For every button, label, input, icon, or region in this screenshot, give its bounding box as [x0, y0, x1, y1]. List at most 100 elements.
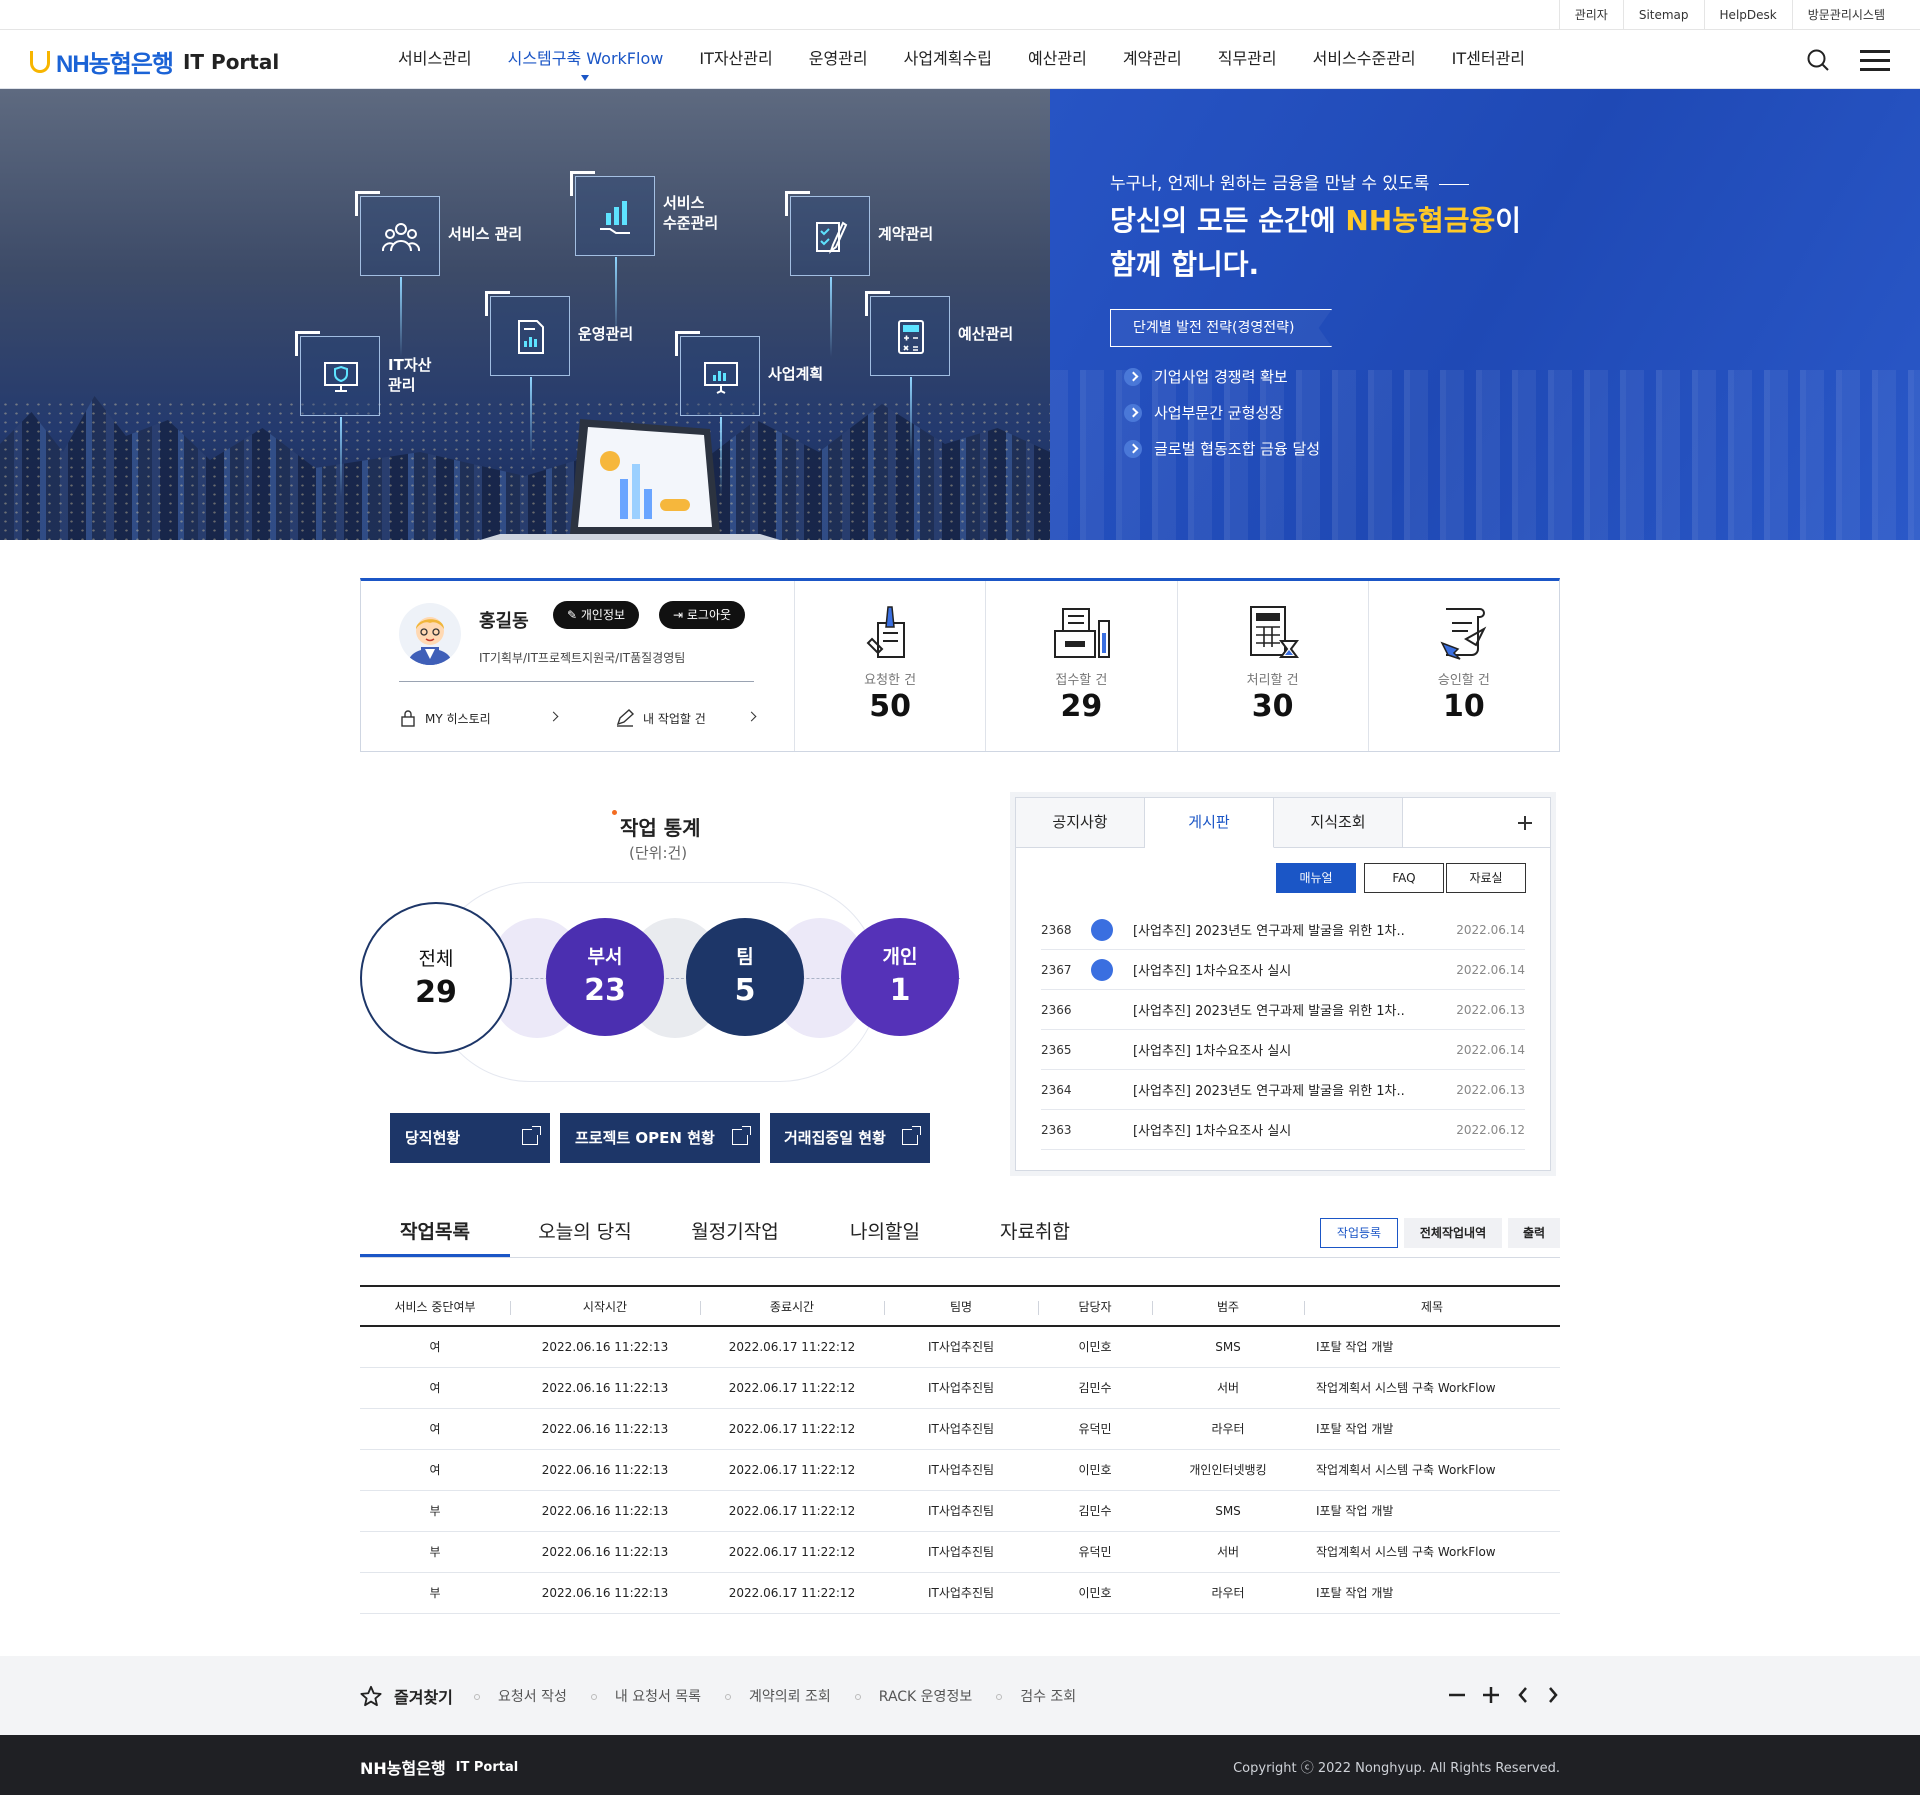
main-menu: 서비스관리 시스템구축 WorkFlow IT자산관리 운영관리 사업계획수립 … — [380, 30, 1543, 89]
my-history-link[interactable]: MY 히스토리 — [399, 709, 559, 727]
print-button[interactable]: 출력 — [1508, 1218, 1560, 1248]
tab-today-duty[interactable]: 오늘의 당직 — [510, 1210, 660, 1257]
table-cell: IT사업추진팀 — [884, 1490, 1038, 1532]
work-stats-title: 작업 통계 — [612, 810, 701, 841]
column-header[interactable]: 범주 — [1152, 1286, 1304, 1327]
tile-budget-label: 예산관리 — [958, 325, 1014, 343]
table-cell: 서버 — [1152, 1367, 1304, 1409]
menu-icon[interactable] — [1860, 50, 1890, 71]
stat-circle-team[interactable]: 팀 5 — [686, 918, 804, 1036]
list-item[interactable]: 2364 [사업추진] 2023년도 연구과제 발굴을 위한 1차.. 2022… — [1041, 1070, 1525, 1110]
table-row[interactable]: 부 2022.06.16 11:22:13 2022.06.17 11:22:12 I… — [360, 1531, 1560, 1573]
all-work-history-button[interactable]: 전체작업내역 — [1404, 1218, 1502, 1248]
peak-day-button[interactable]: 거래집중일 현황 — [770, 1113, 930, 1163]
duty-status-button[interactable]: 당직현황 — [390, 1113, 550, 1163]
nav-item-ops[interactable]: 운영관리 — [791, 30, 886, 89]
table-cell: I포탈 작업 개발 — [1304, 1326, 1560, 1368]
column-header[interactable]: 팀명 — [884, 1286, 1038, 1327]
site-logo[interactable]: NH농협은행 IT Portal — [30, 44, 279, 79]
strategy-item: 사업부문간 균형성장 — [1124, 395, 1320, 431]
nav-item-budget[interactable]: 예산관리 — [1010, 30, 1105, 89]
table-row[interactable]: 부 2022.06.16 11:22:13 2022.06.17 11:22:12 I… — [360, 1572, 1560, 1614]
nav-item-plan[interactable]: 사업계획수립 — [886, 30, 1010, 89]
plus-icon[interactable] — [1482, 1684, 1500, 1706]
table-cell: 유덕민 — [1038, 1408, 1152, 1450]
nav-item-service[interactable]: 서비스관리 — [380, 30, 490, 89]
table-cell: 서버 — [1152, 1531, 1304, 1573]
stat-requested[interactable]: 요청한 건 50 — [795, 581, 987, 751]
util-link-admin[interactable]: 관리자 — [1558, 0, 1623, 30]
nav-item-workflow[interactable]: 시스템구축 WorkFlow — [490, 30, 682, 89]
table-header-row: 서비스 중단여부 시작시간 종료시간 팀명 담당자 범주 제목 — [360, 1286, 1560, 1327]
tab-monthly-work[interactable]: 월정기작업 — [660, 1210, 810, 1257]
minus-icon[interactable] — [1448, 1684, 1466, 1706]
column-header[interactable]: 종료시간 — [700, 1286, 884, 1327]
stat-circle-dept[interactable]: 부서 23 — [546, 918, 664, 1036]
tab-my-todo[interactable]: 나의할일 — [810, 1210, 960, 1257]
column-header[interactable]: 시작시간 — [510, 1286, 700, 1327]
tab-collect[interactable]: 자료취합 — [960, 1210, 1110, 1257]
user-avatar-icon — [407, 617, 453, 665]
table-row[interactable]: 여 2022.06.16 11:22:13 2022.06.17 11:22:12 I… — [360, 1449, 1560, 1491]
nav-item-asset[interactable]: IT자산관리 — [681, 30, 790, 89]
column-header[interactable]: 담당자 — [1038, 1286, 1152, 1327]
tile-plan-label: 사업계획 — [768, 365, 824, 383]
list-item[interactable]: 2366 [사업추진] 2023년도 연구과제 발굴을 위한 1차.. 2022… — [1041, 990, 1525, 1030]
favorite-item[interactable]: 계약의뢰 조회 — [721, 1686, 851, 1706]
nav-item-duty[interactable]: 직무관리 — [1200, 30, 1295, 89]
tab-work-list[interactable]: 작업목록 — [360, 1210, 510, 1257]
favorite-item[interactable]: RACK 운영정보 — [851, 1686, 992, 1706]
tab-notice[interactable]: 공지사항 — [1016, 798, 1145, 847]
more-plus-icon[interactable] — [1403, 798, 1550, 847]
list-item[interactable]: 2363 [사업추진] 1차수요조사 실시 2022.06.12 — [1041, 1110, 1525, 1150]
table-cell: 부 — [360, 1531, 510, 1573]
chevron-left-icon[interactable] — [1516, 1684, 1530, 1706]
faq-button[interactable]: FAQ — [1364, 863, 1444, 893]
tile-plan-box — [675, 331, 760, 497]
table-row[interactable]: 여 2022.06.16 11:22:13 2022.06.17 11:22:12 I… — [360, 1367, 1560, 1409]
favorite-item[interactable]: 요청서 작성 — [470, 1686, 587, 1706]
table-cell: IT사업추진팀 — [884, 1572, 1038, 1614]
stat-to-receive[interactable]: 접수할 건 29 — [986, 581, 1178, 751]
register-work-button[interactable]: 작업등록 — [1320, 1218, 1398, 1248]
stat-circle-total[interactable]: 전체 29 — [360, 902, 512, 1054]
nav-item-sla[interactable]: 서비스수준관리 — [1295, 30, 1434, 89]
my-tasks-link[interactable]: 내 작업할 건 — [615, 709, 757, 727]
nav-item-contract[interactable]: 계약관리 — [1105, 30, 1200, 89]
project-open-button[interactable]: 프로젝트 OPEN 현황 — [560, 1113, 760, 1163]
list-item[interactable]: 2367 [사업추진] 1차수요조사 실시 2022.06.14 — [1041, 950, 1525, 990]
table-cell: 라우터 — [1152, 1572, 1304, 1614]
footer-logo: NH농협은행 IT Portal — [360, 1759, 519, 1778]
table-cell: 2022.06.16 11:22:13 — [510, 1449, 700, 1491]
hero-subtitle: 누구나, 언제나 원하는 금융을 만날 수 있도록 — [1110, 169, 1469, 194]
stat-to-approve[interactable]: 승인할 건 10 — [1369, 581, 1559, 751]
table-row[interactable]: 여 2022.06.16 11:22:13 2022.06.17 11:22:12 I… — [360, 1408, 1560, 1450]
archive-button[interactable]: 자료실 — [1446, 863, 1526, 893]
favorite-item[interactable]: 검수 조회 — [992, 1686, 1096, 1706]
tab-knowledge[interactable]: 지식조회 — [1274, 798, 1403, 847]
chevron-right-icon[interactable] — [1546, 1684, 1560, 1706]
table-row[interactable]: 부 2022.06.16 11:22:13 2022.06.17 11:22:12 I… — [360, 1490, 1560, 1532]
util-link-sitemap[interactable]: Sitemap — [1622, 0, 1704, 30]
logout-button[interactable]: ⇥ 로그아웃 — [659, 601, 746, 629]
column-header[interactable]: 서비스 중단여부 — [360, 1286, 510, 1327]
work-table: 서비스 중단여부 시작시간 종료시간 팀명 담당자 범주 제목 여 2022.06… — [360, 1285, 1560, 1614]
stat-label: 접수할 건 — [1055, 673, 1108, 688]
manual-button[interactable]: 매뉴얼 — [1276, 863, 1356, 893]
util-link-helpdesk[interactable]: HelpDesk — [1703, 0, 1792, 30]
table-cell: 2022.06.16 11:22:13 — [510, 1531, 700, 1573]
util-link-visitor[interactable]: 방문관리시스템 — [1791, 0, 1900, 30]
stat-to-process[interactable]: 처리할 건 30 — [1178, 581, 1369, 751]
list-item[interactable]: 2368 [사업추진] 2023년도 연구과제 발굴을 위한 1차.. 2022… — [1041, 910, 1525, 950]
stat-circle-personal[interactable]: 개인 1 — [841, 918, 959, 1036]
table-cell: 2022.06.17 11:22:12 — [700, 1408, 884, 1450]
list-item[interactable]: 2365 [사업추진] 1차수요조사 실시 2022.06.14 — [1041, 1030, 1525, 1070]
profile-button[interactable]: ✎ 개인정보 — [553, 601, 640, 629]
nav-item-center[interactable]: IT센터관리 — [1434, 30, 1543, 89]
column-header[interactable]: 제목 — [1304, 1286, 1560, 1327]
favorite-item[interactable]: 내 요청서 목록 — [587, 1686, 721, 1706]
table-row[interactable]: 여 2022.06.16 11:22:13 2022.06.17 11:22:12 I… — [360, 1326, 1560, 1368]
search-icon[interactable] — [1806, 48, 1830, 72]
table-cell: I포탈 작업 개발 — [1304, 1572, 1560, 1614]
tab-board[interactable]: 게시판 — [1145, 798, 1274, 848]
